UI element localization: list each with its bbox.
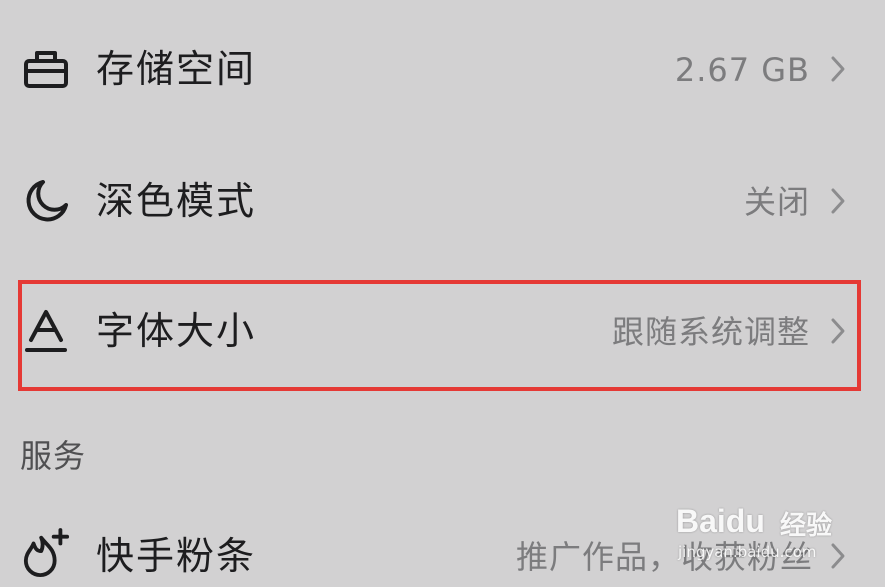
services-section-header: 服务: [20, 437, 87, 475]
dark-mode-label: 深色模式: [96, 179, 257, 223]
font-size-label: 字体大小: [96, 309, 257, 353]
font-size-value: 跟随系统调整: [611, 313, 810, 351]
watermark-brand: Baidu: [676, 503, 765, 539]
storage-label: 存储空间: [96, 47, 257, 91]
moon-icon: [22, 177, 70, 225]
chevron-right-icon: [831, 318, 845, 344]
watermark-url: jingyan.baidu.com: [678, 543, 817, 561]
dark-mode-value: 关闭: [743, 183, 810, 221]
storage-value: 2.67 GB: [674, 51, 810, 89]
settings-row-font-size[interactable]: 字体大小 跟随系统调整: [0, 300, 885, 362]
watermark-brand-cn: 经验: [780, 511, 833, 541]
fire-plus-icon: [22, 528, 70, 578]
settings-row-storage[interactable]: 存储空间 2.67 GB: [0, 38, 885, 100]
chevron-right-icon: [831, 56, 845, 82]
chevron-right-icon: [831, 188, 845, 214]
fans-label: 快手粉条: [96, 534, 257, 578]
font-size-icon: [22, 307, 70, 355]
storage-icon: [22, 45, 70, 93]
baidu-jingyan-watermark: Baidu 经验 jingyan.baidu.com: [676, 493, 876, 573]
settings-row-dark-mode[interactable]: 深色模式 关闭: [0, 170, 885, 232]
